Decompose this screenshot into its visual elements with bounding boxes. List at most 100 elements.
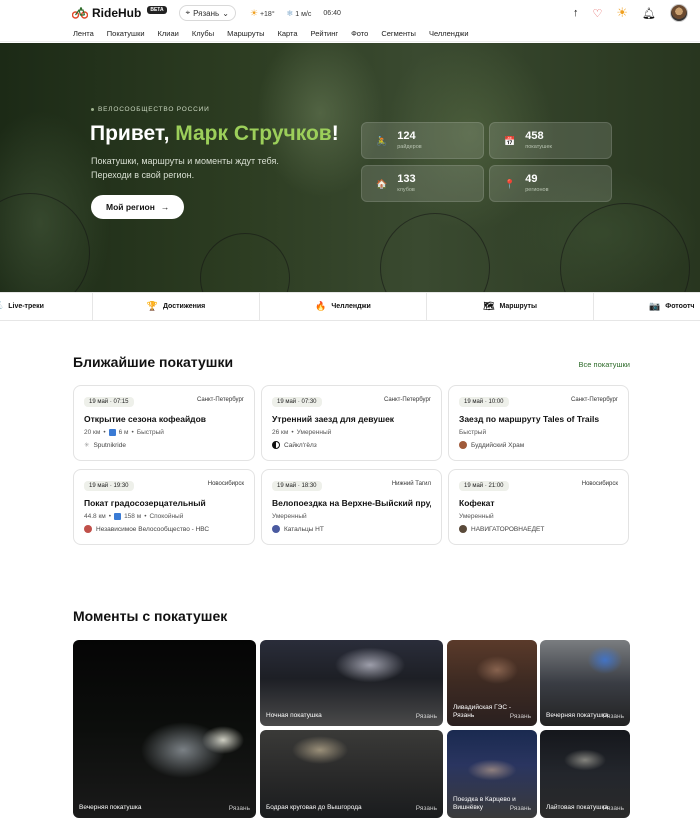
feature-label: Live-треки <box>8 303 44 310</box>
ride-name: Велопоездка на Верхне-Выйский пруд <box>272 498 431 508</box>
moment-caption: Лайтовая покатушка <box>546 804 609 811</box>
header-actions: ↑ ♡ ☀ 🔔︎ <box>573 4 688 22</box>
region-select[interactable]: ⌖ Рязань ⌄ <box>178 5 236 21</box>
ride-club-name: Буддийский Храм <box>471 441 525 449</box>
ride-club-name: НАВИГАТОРОВНАЕДЕТ <box>471 525 545 533</box>
nav-item-segments[interactable]: Сегменты <box>381 29 416 38</box>
club-avatar <box>272 525 280 533</box>
moment-caption: Вечерняя покатушка <box>79 804 142 811</box>
club-avatar <box>272 441 280 449</box>
moment-caption: Ночная покатушка <box>266 712 322 719</box>
ride-distance: 44.8 км <box>84 513 106 520</box>
moment-photo[interactable]: Ливадийская ГЭС - Рязань Рязань <box>447 640 537 726</box>
camera-icon: 📷 <box>649 301 661 311</box>
ride-card[interactable]: 19 май · 19:30 Новосибирск Покат градосо… <box>73 469 255 545</box>
ride-club-name: Катальцы НТ <box>284 525 324 533</box>
feature-achievements[interactable]: 🏆 Достижения <box>93 293 260 320</box>
nav-item-clubs[interactable]: Клубы <box>192 29 214 38</box>
moment-caption: Ливадийская ГЭС - Рязань <box>453 704 511 719</box>
stat-riders: 🚴 124 райдеров <box>361 122 484 159</box>
hero-subtitle: Покатушки, маршруты и моменты ждут тебя.… <box>91 156 279 180</box>
ride-date: 19 май · 21:00 <box>459 481 509 491</box>
feature-label: Достижения <box>162 303 206 310</box>
bell-icon[interactable]: 🔔︎ <box>642 7 656 20</box>
moment-photo[interactable]: Бодрая круговая до Вышгорода Рязань <box>260 730 443 818</box>
ride-club[interactable]: Катальцы НТ <box>272 525 431 533</box>
weather-widget: ☀ +18° ❄ 1 м/с 06:40 <box>250 8 341 19</box>
ride-city: Новосибирск <box>207 481 244 487</box>
logo[interactable]: RideHub BETA <box>72 6 167 20</box>
ride-elevation: 6 м <box>118 429 129 436</box>
ride-card[interactable]: 19 май · 10:00 Санкт-Петербург Заезд по … <box>448 385 629 461</box>
nav-item-routes[interactable]: Маршруты <box>227 29 264 38</box>
theme-toggle-sun-icon[interactable]: ☀ <box>616 5 628 21</box>
stat-regions: 📍 49 регионов <box>489 165 612 202</box>
club-avatar <box>459 441 467 449</box>
stat-value: 124 <box>397 130 416 142</box>
club-avatar <box>84 525 92 533</box>
ride-club[interactable]: ✳ Sputnikride <box>84 441 244 450</box>
ride-card[interactable]: 19 май · 18:30 Нижний Тагил Велопоездка … <box>261 469 442 545</box>
moment-caption: Поездка в Карцево и Вишнёвку <box>453 796 516 811</box>
ride-date: 19 май · 19:30 <box>84 481 134 491</box>
ride-club[interactable]: Независимое Велосообщество - НВС <box>84 525 244 533</box>
feature-label: Челленджи <box>331 303 371 310</box>
clock-time: 06:40 <box>323 9 341 17</box>
user-avatar[interactable] <box>670 4 688 22</box>
feature-label: Маршруты <box>499 303 537 310</box>
feature-photo-reports[interactable]: 📷 Фотоотч <box>594 293 700 320</box>
moment-photo[interactable]: Лайтовая покатушка Рязань <box>540 730 630 818</box>
moment-photo[interactable]: Поездка в Карцево и Вишнёвку Рязань <box>447 730 537 818</box>
feature-live-tracks[interactable]: 📡 Live-треки <box>0 293 93 320</box>
arrow-up-icon[interactable]: ↑ <box>573 7 579 19</box>
fire-icon: 🔥 <box>315 301 327 311</box>
hero-banner: ВЕЛОСООБЩЕСТВО РОССИИ Привет, Марк Струч… <box>0 43 700 292</box>
nav-item-klii[interactable]: Клиаи <box>158 29 179 38</box>
location-pin-icon: ⌖ <box>185 8 191 17</box>
ride-pace: Умеренный <box>272 513 307 520</box>
house-icon: 🏠 <box>376 179 388 189</box>
moment-photo[interactable]: Ночная покатушка Рязань <box>260 640 443 726</box>
stat-clubs: 🏠 133 клубов <box>361 165 484 202</box>
ride-club[interactable]: Сайкл'гёлз <box>272 441 431 449</box>
feature-routes[interactable]: 🗺 Маршруты <box>427 293 594 320</box>
nav-item-map[interactable]: Карта <box>277 29 297 38</box>
bike-wheel-decor <box>0 193 90 292</box>
stat-label: райдеров <box>397 144 422 150</box>
ride-meta: Умеренный <box>272 513 431 520</box>
bike-wheel-decor <box>560 203 690 292</box>
ride-card[interactable]: 19 май · 07:30 Санкт-Петербург Утренний … <box>261 385 442 461</box>
feature-challenges[interactable]: 🔥 Челленджи <box>260 293 427 320</box>
ride-meta: 44.8 км • 158 м • Спокойный <box>84 513 184 520</box>
nav-item-rides[interactable]: Покатушки <box>107 29 145 38</box>
my-region-button[interactable]: Мой регион → <box>91 195 185 219</box>
heart-icon[interactable]: ♡ <box>593 7 603 20</box>
ride-club[interactable]: Буддийский Храм <box>459 441 618 449</box>
nav-item-challenges[interactable]: Челленджи <box>429 29 469 38</box>
ride-club-name: Сайкл'гёлз <box>284 441 317 449</box>
ride-card[interactable]: 19 май · 21:00 Новосибирск Кофекат Умере… <box>448 469 629 545</box>
ride-pace: Быстрый <box>459 429 487 436</box>
logo-text: RideHub <box>92 6 142 20</box>
nav-item-feed[interactable]: Лента <box>73 29 94 38</box>
ride-city: Новосибирск <box>581 481 618 487</box>
ride-pace: Спокойный <box>149 513 184 520</box>
ride-meta: 26 км • Умеренный <box>272 429 332 436</box>
ride-card[interactable]: 19 май · 07:15 Санкт-Петербург Открытие … <box>73 385 255 461</box>
hero-greeting: Привет, <box>90 122 170 145</box>
nav-item-rating[interactable]: Рейтинг <box>311 29 339 38</box>
moment-photo[interactable]: Вечерняя покатушка Рязань <box>540 640 630 726</box>
all-rides-link[interactable]: Все покатушки <box>579 360 630 369</box>
wind-value: 1 м/с <box>295 10 312 18</box>
nav-item-photo[interactable]: Фото <box>351 29 368 38</box>
sun-weather-icon: ☀ <box>249 7 258 18</box>
hero-title: Привет, Марк Стручков! <box>90 122 339 146</box>
moment-photo[interactable]: Вечерняя покатушка Рязань <box>73 640 256 818</box>
bike-logo-icon <box>72 7 88 19</box>
ride-club-name: Sputnikride <box>93 441 126 449</box>
ride-club[interactable]: НАВИГАТОРОВНАЕДЕТ <box>459 525 618 533</box>
ride-pace: Умеренный <box>296 429 332 436</box>
ride-city: Нижний Тагил <box>391 481 431 487</box>
cyclist-icon: 🚴 <box>376 136 388 146</box>
top-header: RideHub BETA ⌖ Рязань ⌄ ☀ +18° ❄ 1 м/с 0… <box>0 0 700 26</box>
